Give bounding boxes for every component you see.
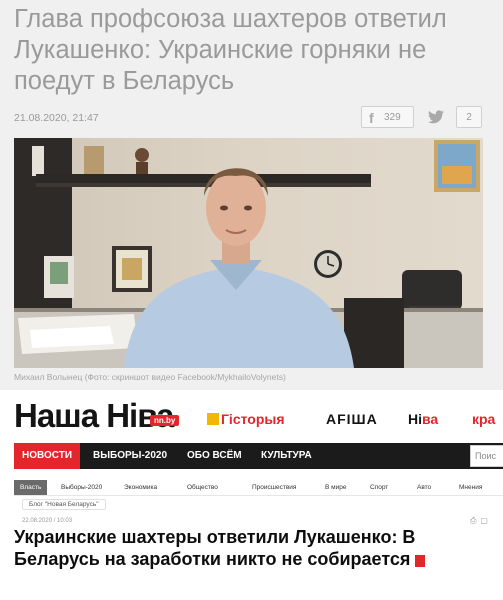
article-headline-text: Украинские шахтеры ответили Лукашенко: В… — [14, 527, 416, 569]
bookmark-icon[interactable] — [415, 555, 426, 567]
subnav-item[interactable]: Мнения — [459, 480, 482, 495]
link-kra[interactable]: кра — [472, 410, 495, 428]
comments-count: 2 — [466, 112, 472, 123]
nav-about-everything[interactable]: ОБО ВСЁМ — [187, 443, 242, 469]
site-domain-badge: nn.by — [150, 415, 180, 426]
subnav-item[interactable]: Авто — [417, 480, 431, 495]
sub-nav: Власть Выборы-2020 Экономика Общество Пр… — [14, 480, 503, 496]
twitter-share-button[interactable] — [422, 106, 450, 128]
link-history-label: Гісторыя — [221, 411, 285, 427]
article-screenshot: Глава профсоюза шахтеров ответил Лукашен… — [0, 0, 503, 390]
link-history[interactable]: Гісторыя — [207, 410, 285, 428]
twitter-icon — [428, 110, 444, 124]
site-screenshot: Наша Ніва nn.by Гісторыя AFIША Ніва кра … — [0, 393, 503, 600]
subnav-item[interactable]: Происшествия — [252, 480, 296, 495]
subnav-item[interactable]: Власть — [14, 480, 48, 495]
subnav-item[interactable]: Выборы-2020 — [61, 480, 102, 495]
subnav-item[interactable]: Экономика — [124, 480, 157, 495]
facebook-share-count: 329 — [384, 112, 401, 123]
blog-tag[interactable]: Блог "Новая Беларусь" — [22, 499, 106, 510]
link-afisha[interactable]: AFIША — [326, 410, 378, 428]
photo-caption: Михаил Волынец (Фото: скриншот видео Fac… — [14, 372, 286, 382]
link-niva-label-b: ва — [422, 411, 439, 427]
article-date: 21.08.2020, 21:47 — [14, 112, 99, 124]
nav-news[interactable]: НОВОСТИ — [14, 443, 80, 469]
link-niva-label-a: Ні — [408, 411, 422, 427]
article-headline: Украинские шахтеры ответили Лукашенко: В… — [14, 526, 494, 570]
history-logo-mark — [207, 413, 219, 425]
comments-button[interactable]: 2 — [456, 106, 482, 128]
search-input[interactable]: Поис — [470, 445, 503, 467]
main-nav: НОВОСТИ ВЫБОРЫ-2020 ОБО ВСЁМ КУЛЬТУРА По… — [14, 443, 503, 469]
article-tools: ⎙▢ — [470, 516, 492, 526]
nav-culture[interactable]: КУЛЬТУРА — [261, 443, 312, 469]
nav-elections[interactable]: ВЫБОРЫ-2020 — [93, 443, 167, 469]
link-niva[interactable]: Ніва — [408, 410, 438, 428]
subnav-item[interactable]: Общество — [187, 480, 218, 495]
facebook-icon: f — [369, 110, 374, 126]
facebook-share-button[interactable]: f 329 — [361, 106, 414, 128]
article-photo — [14, 138, 483, 368]
subnav-item[interactable]: В мире — [325, 480, 346, 495]
comment-icon[interactable]: ▢ — [480, 516, 492, 525]
print-icon[interactable]: ⎙ — [470, 516, 480, 525]
article-meta-date: 22.08.2020 / 10:03 — [22, 518, 73, 524]
subnav-item[interactable]: Спорт — [370, 480, 388, 495]
article-title: Глава профсоюза шахтеров ответил Лукашен… — [14, 5, 447, 95]
